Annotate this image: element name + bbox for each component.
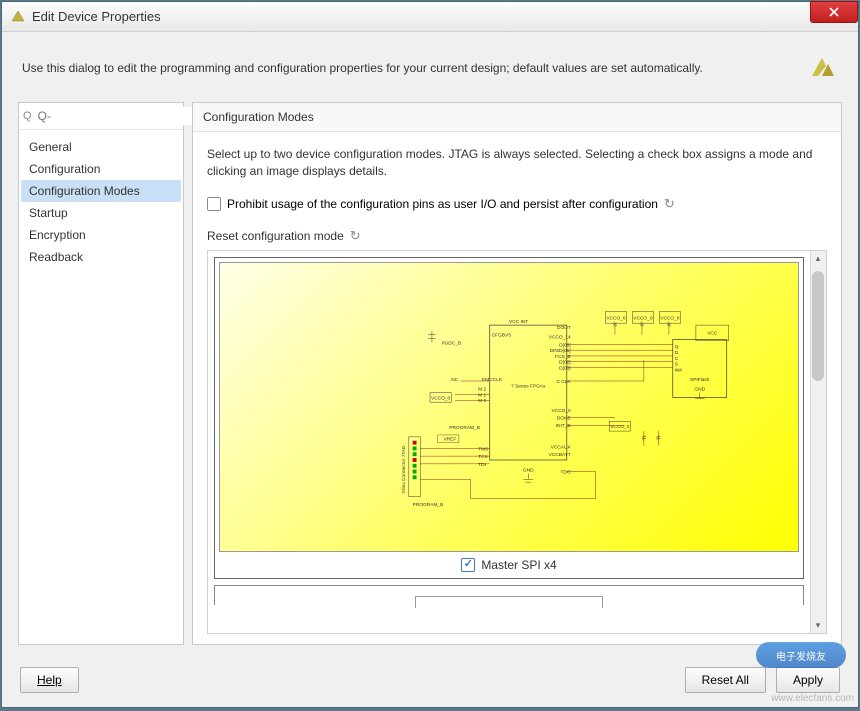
svg-text:M 0: M 0 <box>478 398 486 404</box>
svg-text:GND: GND <box>694 386 705 392</box>
svg-text:EMCCLK: EMCCLK <box>482 377 503 383</box>
svg-text:Q: Q <box>675 344 679 350</box>
main-area: Q ▼ General Configuration Configuration … <box>2 102 858 655</box>
svg-text:C CLK: C CLK <box>557 379 572 385</box>
sidebar-item-startup[interactable]: Startup <box>21 202 181 224</box>
svg-text:VCCBATT: VCCBATT <box>549 452 571 458</box>
svg-text:TMS: TMS <box>478 446 488 452</box>
app-icon <box>10 9 26 25</box>
mode-checkbox[interactable] <box>461 558 475 572</box>
svg-text:S: S <box>675 361 678 367</box>
svg-text:VCC INT: VCC INT <box>509 319 528 325</box>
prohibit-checkbox[interactable] <box>207 197 221 211</box>
svg-text:C: C <box>675 355 679 361</box>
search-row: Q ▼ <box>19 103 183 130</box>
content-body: Select up to two device configuration mo… <box>193 132 841 644</box>
close-button[interactable] <box>810 1 858 23</box>
modes-scroll-region: 7 Series FPGAs SPIFlash GND VCC VCCO_0 <box>207 250 827 634</box>
scroll-up-arrow-icon[interactable]: ▴ <box>810 251 826 267</box>
titlebar: Edit Device Properties <box>2 2 858 32</box>
svg-text:M 2: M 2 <box>478 386 486 392</box>
mode-caption-row: Master SPI x4 <box>219 552 799 574</box>
mode-card-master-spi[interactable]: 7 Series FPGAs SPIFlash GND VCC VCCO_0 <box>214 257 804 579</box>
svg-text:DOUT: DOUT <box>557 325 571 331</box>
reset-label: Reset configuration mode <box>207 229 344 243</box>
svg-text:VCCO_0: VCCO_0 <box>633 315 653 321</box>
svg-text:7 Series FPGAs: 7 Series FPGAs <box>511 383 546 389</box>
mode-caption-label: Master SPI x4 <box>481 558 556 572</box>
svg-text:VCCO_0: VCCO_0 <box>660 315 680 321</box>
svg-text:DIN/D[01]: DIN/D[01] <box>550 348 571 354</box>
svg-text:D: D <box>675 350 679 356</box>
scroll-down-arrow-icon[interactable]: ▾ <box>810 617 826 633</box>
svg-text:DONE: DONE <box>557 415 571 421</box>
content-panel: Configuration Modes Select up to two dev… <box>192 102 842 645</box>
svg-text:CFGBVS: CFGBVS <box>492 332 512 338</box>
refresh-icon[interactable]: ↻ <box>664 196 675 212</box>
subtitle-text: Use this dialog to edit the programming … <box>22 61 796 75</box>
subtitle-row: Use this dialog to edit the programming … <box>2 32 858 102</box>
scroll-thumb[interactable] <box>812 271 824 381</box>
sidebar: Q ▼ General Configuration Configuration … <box>18 102 184 645</box>
svg-text:VCCO_0: VCCO_0 <box>606 315 626 321</box>
svg-text:VCCAUX: VCCAUX <box>551 444 572 450</box>
svg-text:FCS_B: FCS_B <box>555 353 570 359</box>
svg-text:D[03]: D[03] <box>559 365 570 371</box>
svg-text:VCCO_0: VCCO_0 <box>551 407 571 413</box>
svg-text:VCC: VCC <box>707 330 718 336</box>
reset-all-button[interactable]: Reset All <box>685 667 766 693</box>
apply-button[interactable]: Apply <box>776 667 840 693</box>
svg-text:PUDC_B: PUDC_B <box>442 340 461 346</box>
svg-text:VCCO_0: VCCO_0 <box>431 395 451 401</box>
svg-text:M 1: M 1 <box>478 392 486 398</box>
svg-text:INIT_B: INIT_B <box>556 423 571 429</box>
button-row: Help Reset All Apply <box>2 655 858 707</box>
prohibit-label: Prohibit usage of the configuration pins… <box>227 197 658 211</box>
sidebar-item-configuration[interactable]: Configuration <box>21 158 181 180</box>
svg-text:SPIFlash: SPIFlash <box>690 377 710 383</box>
schematic-image[interactable]: 7 Series FPGAs SPIFlash GND VCC VCCO_0 <box>219 262 799 552</box>
sidebar-item-readback[interactable]: Readback <box>21 246 181 268</box>
reset-icon[interactable]: ↻ <box>350 228 361 244</box>
description-text: Select up to two device configuration mo… <box>207 146 827 180</box>
window-title: Edit Device Properties <box>32 9 161 24</box>
sidebar-item-general[interactable]: General <box>21 136 181 158</box>
mode-card-next-partial[interactable] <box>214 585 804 605</box>
svg-text:TDO: TDO <box>561 469 571 475</box>
dialog-window: Edit Device Properties Use this dialog t… <box>1 1 859 708</box>
svg-text:D[00]: D[00] <box>559 342 570 348</box>
svg-text:TCK: TCK <box>478 454 488 460</box>
content-header: Configuration Modes <box>193 103 841 132</box>
vertical-scrollbar[interactable]: ▴ ▾ <box>810 251 826 633</box>
svg-text:NC: NC <box>451 377 458 383</box>
search-icon: Q <box>23 110 32 122</box>
sidebar-item-configuration-modes[interactable]: Configuration Modes <box>21 180 181 202</box>
vendor-logo-icon <box>806 52 838 84</box>
svg-text:W#: W# <box>675 367 683 373</box>
svg-text:VCCO_14: VCCO_14 <box>549 334 571 340</box>
svg-text:GND: GND <box>523 467 534 473</box>
sidebar-list: General Configuration Configuration Mode… <box>19 130 183 274</box>
prohibit-row: Prohibit usage of the configuration pins… <box>207 196 827 212</box>
svg-text:VREF: VREF <box>443 436 456 442</box>
svg-text:PROGRAM_B: PROGRAM_B <box>413 502 444 508</box>
help-button[interactable]: Help <box>20 667 79 693</box>
svg-text:TDI: TDI <box>478 461 486 467</box>
svg-text:PROGRAM_B: PROGRAM_B <box>449 425 480 431</box>
svg-text:Xilinx Connector JTAG: Xilinx Connector JTAG <box>401 445 407 493</box>
reset-row: Reset configuration mode ↻ <box>207 228 827 244</box>
svg-text:D[02]: D[02] <box>559 359 570 365</box>
search-input[interactable] <box>36 107 195 125</box>
sidebar-item-encryption[interactable]: Encryption <box>21 224 181 246</box>
